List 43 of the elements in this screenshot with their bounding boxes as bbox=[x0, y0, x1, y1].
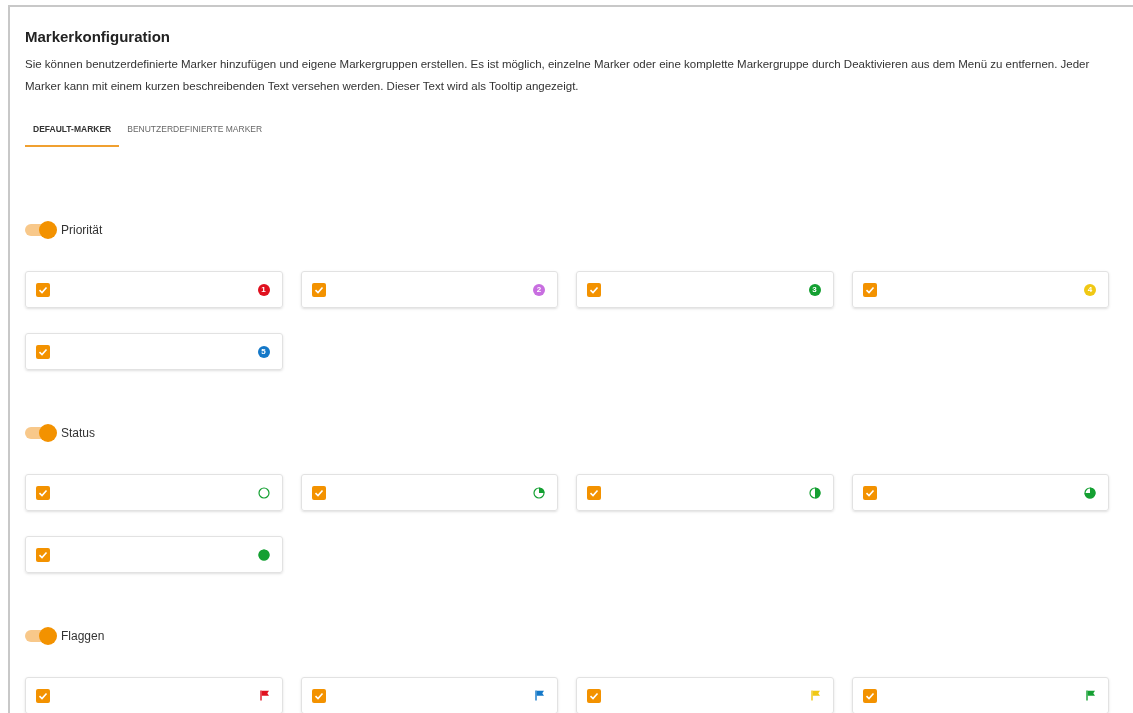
progress-pie-icon bbox=[1084, 486, 1096, 499]
checkmark-icon bbox=[313, 284, 324, 295]
tab[interactable]: BENUTZERDEFINIERTE MARKER bbox=[119, 113, 271, 147]
description-text: Sie können benutzerdefinierte Marker hinzufügen und eigene Markergruppen erstellen. Es ist möglich, einzelne Marker oder eine komplette Markergruppe durch Deaktivieren aus dem Menü zu entfernen. Jeder Marker kann mit einem kurzen beschreibenden Text versehen werden. Dieser Text wird als Tooltip angezeigt. bbox=[25, 57, 1091, 94]
checkbox[interactable] bbox=[36, 282, 50, 297]
progress-pie-icon bbox=[808, 486, 821, 499]
checkmark-icon bbox=[38, 549, 48, 560]
checkbox[interactable] bbox=[862, 688, 877, 703]
checkbox[interactable] bbox=[36, 485, 50, 500]
checkmark-icon bbox=[38, 284, 48, 295]
checkmark-icon bbox=[589, 487, 599, 498]
checkbox[interactable] bbox=[311, 485, 326, 500]
checkbox[interactable] bbox=[862, 282, 877, 297]
checkbox[interactable] bbox=[36, 688, 50, 703]
checkbox[interactable] bbox=[311, 688, 326, 703]
checkmark-icon bbox=[864, 487, 875, 498]
checkmark-icon bbox=[864, 284, 875, 295]
checkbox[interactable] bbox=[587, 485, 601, 500]
checkbox[interactable] bbox=[36, 344, 50, 359]
checkbox[interactable] bbox=[311, 282, 326, 297]
checkmark-icon bbox=[38, 690, 48, 701]
toggle-switch[interactable] bbox=[25, 224, 55, 236]
tab[interactable]: DEFAULT-MARKER bbox=[25, 113, 120, 147]
checkbox[interactable] bbox=[587, 282, 601, 297]
group-label: Flaggen bbox=[61, 628, 105, 645]
checkmark-icon bbox=[589, 284, 599, 295]
checkbox[interactable] bbox=[36, 547, 50, 562]
checkmark-icon bbox=[38, 487, 48, 498]
progress-pie-icon bbox=[257, 486, 270, 499]
checkmark-icon bbox=[589, 690, 599, 701]
toggle-switch[interactable] bbox=[25, 630, 55, 642]
group-label: Priorität bbox=[61, 222, 103, 239]
checkbox[interactable] bbox=[862, 485, 877, 500]
checkmark-icon bbox=[313, 487, 324, 498]
progress-pie-icon bbox=[533, 486, 545, 499]
checkmark-icon bbox=[313, 690, 324, 701]
checkmark-icon bbox=[38, 346, 48, 357]
toggle-switch[interactable] bbox=[25, 427, 55, 439]
group-label: Status bbox=[61, 425, 96, 442]
page-title: Markerkonfiguration bbox=[25, 27, 172, 47]
progress-pie-icon bbox=[257, 548, 270, 561]
checkmark-icon bbox=[864, 690, 875, 701]
checkbox[interactable] bbox=[587, 688, 601, 703]
